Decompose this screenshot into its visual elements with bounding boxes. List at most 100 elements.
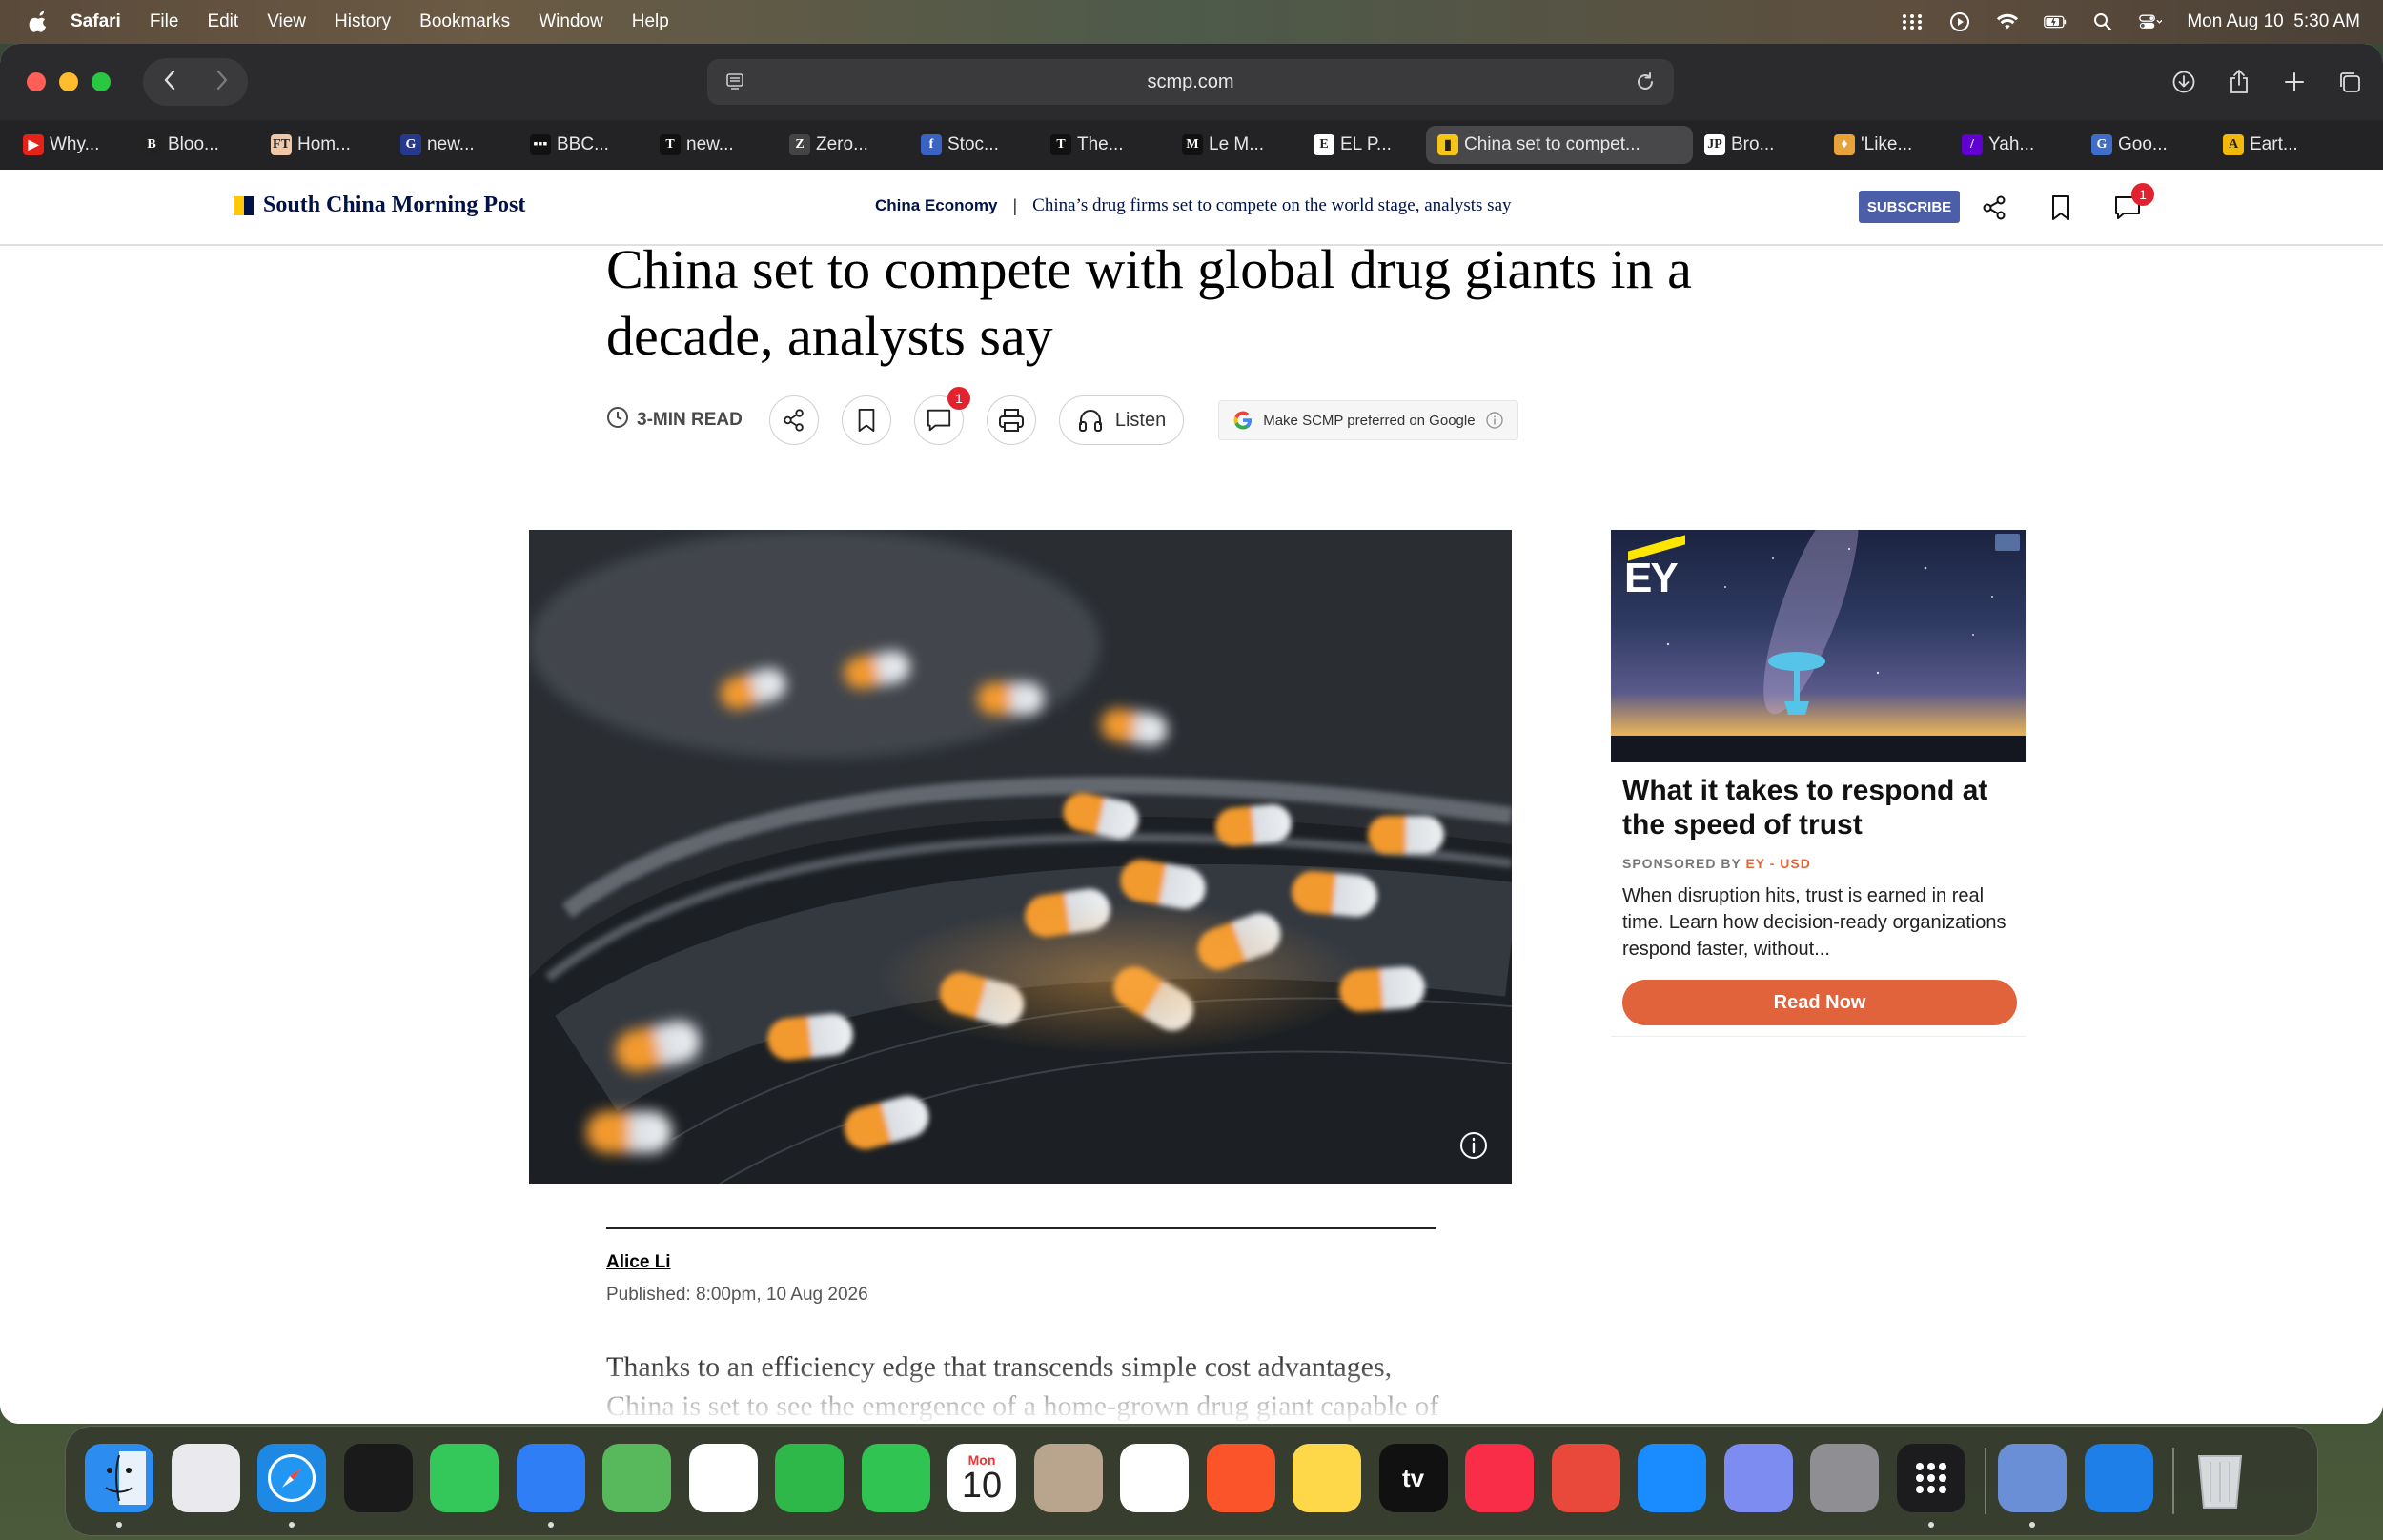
dock-safari-icon[interactable]: [257, 1444, 326, 1512]
tab-favicon-icon: FT: [271, 134, 292, 155]
play-circle-icon[interactable]: [1948, 11, 1971, 32]
read-time: 3-MIN READ: [606, 406, 743, 435]
browser-tab[interactable]: A Eart...: [2211, 126, 2328, 164]
tab-favicon-icon: E: [1314, 134, 1334, 155]
browser-tab[interactable]: Gnew...: [389, 126, 519, 164]
dock-podcast-app-icon[interactable]: [343, 1444, 413, 1512]
tab-overview-icon[interactable]: [2335, 59, 2364, 105]
browser-tab[interactable]: FT Hom...: [259, 126, 389, 164]
dock-system-settings-icon[interactable]: [1810, 1444, 1879, 1512]
menu-help[interactable]: Help: [632, 11, 669, 32]
minimize-window-button[interactable]: [59, 72, 78, 91]
menu-file[interactable]: File: [150, 11, 179, 32]
header-share-icon[interactable]: [1977, 191, 2011, 225]
header-bookmark-icon[interactable]: [2044, 191, 2078, 225]
browser-tab[interactable]: G Goo...: [2080, 126, 2211, 164]
adchoices-icon[interactable]: [1995, 534, 2020, 551]
dock-app-grid-icon[interactable]: [1896, 1444, 1965, 1512]
dock-launchpad-icon[interactable]: [171, 1444, 240, 1512]
dock-music-icon[interactable]: [1465, 1444, 1534, 1512]
article-comments-button[interactable]: 1: [913, 387, 970, 445]
dock-trash-icon[interactable]: [2186, 1444, 2254, 1512]
tab-label: BBC...: [557, 134, 609, 154]
dock-notes-icon[interactable]: [1293, 1444, 1361, 1512]
dock-messages-icon[interactable]: [430, 1444, 499, 1512]
tab-favicon-icon: G: [400, 134, 421, 155]
dock-quicktime-icon[interactable]: [2084, 1444, 2153, 1512]
downloads-icon[interactable]: [2169, 59, 2198, 105]
toolbar-actions: [2169, 59, 2364, 105]
browser-tab[interactable]: JP Bro...: [1693, 126, 1823, 164]
browser-tab[interactable]: E EL P...: [1302, 126, 1426, 164]
article-toolbar: 3-MIN READ 1 Listen Make SCMP preferred …: [606, 387, 1518, 446]
new-tab-icon[interactable]: [2280, 59, 2309, 105]
nav-buttons: [143, 58, 248, 106]
scmp-logo[interactable]: South China Morning Post: [234, 192, 525, 218]
subscribe-button[interactable]: SUBSCRIBE: [1859, 191, 1960, 223]
google-preferred-button[interactable]: Make SCMP preferred on Google: [1218, 400, 1518, 440]
dock-photos-icon[interactable]: [688, 1444, 758, 1512]
dock-calendar-icon[interactable]: Mon 10: [947, 1444, 1016, 1512]
menu-view[interactable]: View: [267, 11, 306, 32]
address-bar[interactable]: scmp.com: [707, 59, 1674, 105]
dock-apple-tv-icon[interactable]: tv: [1378, 1444, 1448, 1512]
forward-button[interactable]: [215, 69, 229, 96]
dock-finder-icon[interactable]: [85, 1444, 153, 1512]
dock-mail-icon[interactable]: [516, 1444, 585, 1512]
header-headline: China’s drug firms set to compete on the…: [1032, 195, 1512, 215]
close-window-button[interactable]: [27, 72, 46, 91]
share-icon[interactable]: [2225, 59, 2253, 105]
spotlight-search-icon[interactable]: [2091, 11, 2114, 32]
browser-tab[interactable]: ♦ 'Like...: [1823, 126, 1950, 164]
wifi-icon[interactable]: [1996, 11, 2019, 32]
apple-menu-icon[interactable]: [29, 10, 50, 33]
dock-reminders-icon[interactable]: [1120, 1444, 1189, 1512]
browser-tab[interactable]: T The...: [1039, 126, 1171, 164]
control-center-icon[interactable]: [2139, 11, 2163, 32]
dock-brave-icon[interactable]: [1206, 1444, 1275, 1512]
menu-edit[interactable]: Edit: [207, 11, 238, 32]
battery-icon[interactable]: [2044, 11, 2067, 32]
dock-facetime-icon[interactable]: [775, 1444, 844, 1512]
sponsored-ad[interactable]: EY What it takes to respond at the speed…: [1611, 530, 2026, 1037]
article-hero-image[interactable]: [529, 530, 1512, 1184]
grid-dots-icon[interactable]: [1901, 11, 1924, 32]
reload-icon[interactable]: [1634, 71, 1657, 93]
browser-tab[interactable]: ▮ China set to compet...: [1426, 126, 1693, 164]
browser-tab[interactable]: Z Zero...: [778, 126, 909, 164]
dock-phone-icon[interactable]: [861, 1444, 930, 1512]
page-settings-icon[interactable]: [724, 71, 745, 92]
browser-tab[interactable]: M Le M...: [1171, 126, 1302, 164]
article-bookmark-button[interactable]: [841, 395, 891, 445]
back-button[interactable]: [163, 69, 176, 96]
dock-contacts-icon[interactable]: [1033, 1444, 1103, 1512]
listen-button[interactable]: Listen: [1058, 395, 1185, 445]
browser-tab[interactable]: / Yah...: [1950, 126, 2080, 164]
section-link[interactable]: China Economy: [875, 196, 997, 215]
read-time-label: 3-MIN READ: [637, 410, 743, 430]
ad-read-now-button[interactable]: Read Now: [1622, 980, 2017, 1025]
menu-app-name[interactable]: Safari: [71, 11, 121, 32]
menu-history[interactable]: History: [335, 11, 391, 32]
article-print-button[interactable]: [986, 395, 1036, 445]
ad-title[interactable]: What it takes to respond at the speed of…: [1622, 774, 2013, 842]
menubar-clock[interactable]: Mon Aug 10 5:30 AM: [2187, 11, 2360, 32]
browser-tab[interactable]: B Bloo...: [130, 126, 259, 164]
browser-tab[interactable]: Tnew...: [648, 126, 778, 164]
author-link[interactable]: Alice Li: [606, 1252, 671, 1273]
ad-image[interactable]: EY: [1611, 530, 2026, 762]
browser-tab[interactable]: f Stoc...: [909, 126, 1039, 164]
menu-window[interactable]: Window: [539, 11, 603, 32]
dock-maps-icon[interactable]: [602, 1444, 671, 1512]
browser-tab[interactable]: ▪▪▪ BBC...: [519, 126, 648, 164]
dock-app-store-icon[interactable]: [1638, 1444, 1706, 1512]
browser-tab[interactable]: ▶ Why...: [11, 126, 130, 164]
dock-disk-utility-icon[interactable]: [1998, 1444, 2067, 1512]
dock-iphone-mirroring-icon[interactable]: [1723, 1444, 1793, 1512]
menu-bookmarks[interactable]: Bookmarks: [419, 11, 510, 32]
info-circle-icon[interactable]: [1485, 411, 1504, 430]
article-share-button[interactable]: [768, 395, 819, 445]
zoom-window-button[interactable]: [92, 72, 111, 91]
image-info-icon[interactable]: [1458, 1130, 1489, 1161]
dock-rocket-typist-icon[interactable]: [1551, 1444, 1620, 1512]
